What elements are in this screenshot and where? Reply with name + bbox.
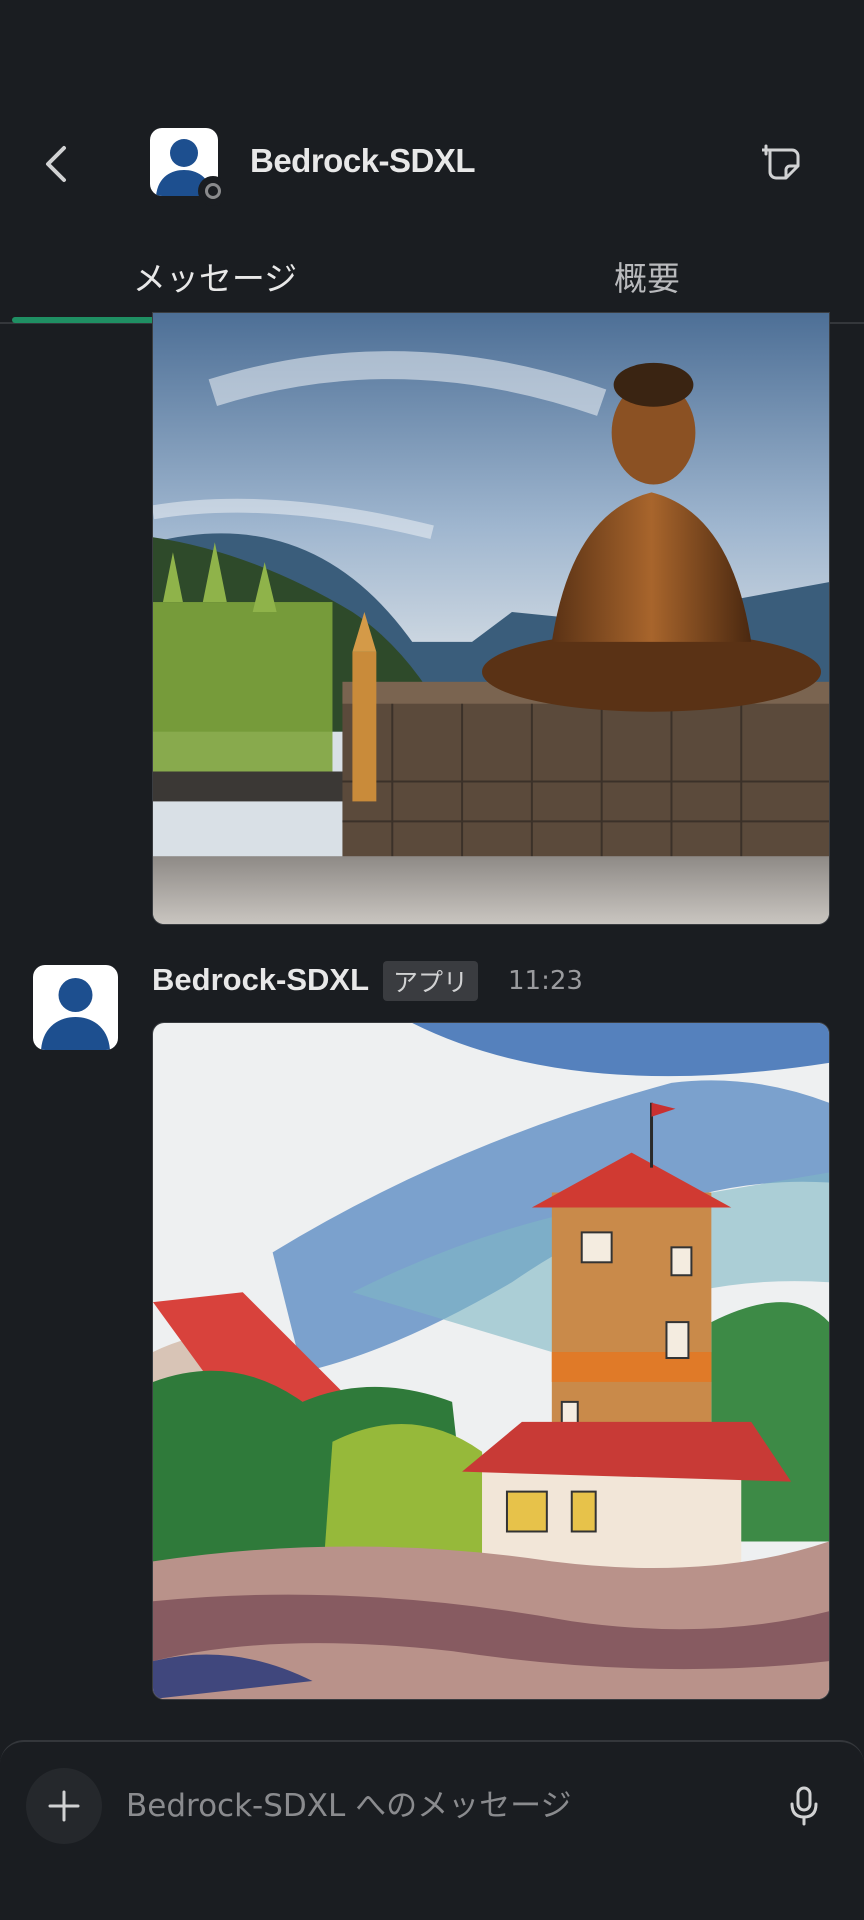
message-input[interactable] bbox=[124, 1776, 764, 1836]
app-badge: アプリ bbox=[383, 961, 479, 1001]
new-message-icon bbox=[762, 144, 800, 180]
chevron-left-icon bbox=[46, 146, 66, 182]
channel-avatar[interactable] bbox=[150, 128, 228, 206]
voice-button[interactable] bbox=[780, 1780, 828, 1832]
microphone-icon bbox=[790, 1786, 818, 1826]
message-timestamp[interactable]: 11:23 bbox=[508, 966, 583, 996]
page-title[interactable]: Bedrock-SDXL bbox=[250, 142, 476, 180]
new-message-button[interactable] bbox=[756, 136, 812, 192]
plus-icon bbox=[48, 1790, 80, 1822]
attach-button[interactable] bbox=[26, 1768, 102, 1844]
buddha-statue-image bbox=[153, 313, 829, 924]
user-silhouette-icon bbox=[41, 978, 110, 1050]
tab-overview[interactable]: 概要 bbox=[430, 248, 864, 304]
message-sender-name[interactable]: Bedrock-SDXL bbox=[152, 962, 369, 998]
back-button[interactable] bbox=[34, 138, 78, 190]
message-image-buddha[interactable] bbox=[152, 312, 830, 925]
channel-header: Bedrock-SDXL bbox=[0, 0, 864, 240]
sender-avatar[interactable] bbox=[33, 965, 118, 1050]
tab-messages[interactable]: メッセージ bbox=[12, 248, 418, 304]
presence-indicator bbox=[198, 176, 228, 206]
watercolor-village-image bbox=[153, 1023, 829, 1699]
message-image-watercolor[interactable] bbox=[152, 1022, 830, 1700]
